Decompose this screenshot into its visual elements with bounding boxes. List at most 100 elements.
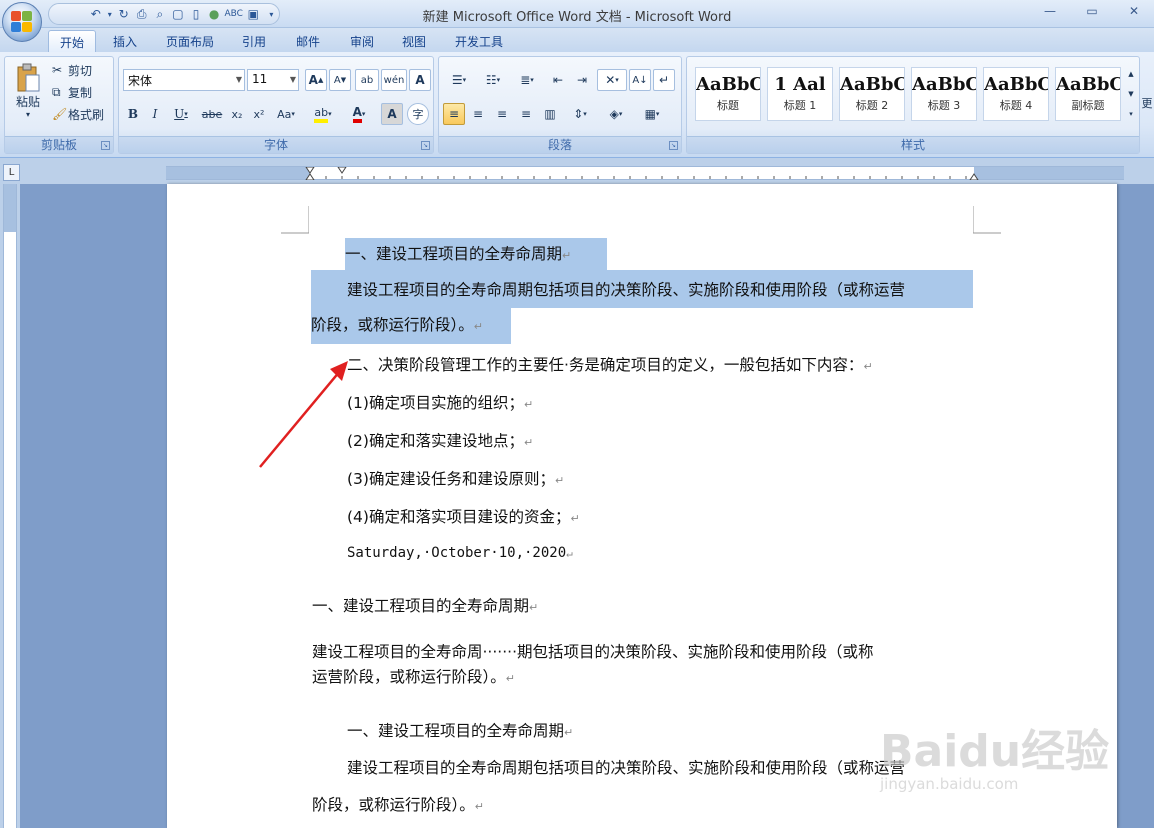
style-heading-2[interactable]: AaBbCc 标题 2 (839, 67, 905, 121)
tab-view[interactable]: 视图 (392, 30, 436, 52)
increase-indent-icon[interactable]: ⇥ (571, 69, 593, 91)
vertical-ruler[interactable] (3, 184, 17, 828)
watermark-brand: Baidu经验 (880, 726, 1110, 777)
paragraph-decision-stage[interactable]: 二、决策阶段管理工作的主要任·务是确定项目的定义，一般包括如下内容：↵ (347, 354, 873, 378)
office-button[interactable] (2, 2, 42, 42)
font-color-button[interactable]: A ▾ (343, 103, 375, 125)
chinese-layout-icon[interactable]: ✕ ▾ (597, 69, 627, 91)
maximize-button[interactable]: ▭ (1072, 0, 1112, 22)
clipboard-launcher-icon[interactable]: ↘ (101, 141, 110, 150)
sort-icon[interactable]: A↓ (629, 69, 651, 91)
style-sample: AaBbCc (840, 74, 904, 95)
list-item[interactable]: (3)确定建设任务和建设原则；↵ (347, 468, 564, 492)
change-case-button[interactable]: Aa ▾ (271, 103, 301, 125)
style-name: 标题 2 (855, 99, 889, 112)
paragraph-launcher-icon[interactable]: ↘ (669, 141, 678, 150)
style-heading-1[interactable]: 1 Aal 标题 1 (767, 67, 833, 121)
font-launcher-icon[interactable]: ↘ (421, 141, 430, 150)
font-color-icon: A (352, 105, 362, 123)
copy-button[interactable]: ⧉ 复制 (51, 81, 109, 103)
subscript-button[interactable]: x₂ (227, 103, 247, 125)
style-title[interactable]: AaBbC 标题 (695, 67, 761, 121)
clear-format-icon[interactable]: ab (355, 69, 379, 91)
style-sample: AaBbC (912, 74, 977, 95)
show-marks-icon[interactable]: ↵ (653, 69, 675, 91)
grow-font-button[interactable]: A ▲ (305, 69, 327, 91)
tab-selector-icon[interactable]: L (3, 164, 20, 181)
paste-dropdown-icon: ▾ (25, 110, 30, 119)
selected-heading-1[interactable]: 一、建设工程项目的全寿命周期↵ (345, 238, 607, 270)
multilevel-list-button[interactable]: ≣ ▾ (511, 69, 543, 91)
list-item[interactable]: (1)确定项目实施的组织；↵ (347, 392, 533, 416)
styles-scroll-up-icon[interactable]: ▲ (1125, 65, 1137, 83)
styles-more-icon[interactable]: ▾ (1125, 105, 1137, 123)
font-size-value: 11 (252, 72, 268, 86)
tab-references[interactable]: 引用 (232, 30, 276, 52)
align-right-icon[interactable]: ≡ (491, 103, 513, 125)
align-left-icon[interactable]: ≡ (443, 103, 465, 125)
bold-button[interactable]: B (123, 103, 143, 125)
change-styles-button[interactable]: 更 (1140, 92, 1154, 114)
styles-group: AaBbC 标题 1 Aal 标题 1 AaBbCc 标题 2 AaBbC 标题… (686, 56, 1140, 154)
enclose-characters-icon[interactable]: 字 (407, 103, 429, 125)
horizontal-ruler[interactable] (166, 166, 1124, 180)
line-spacing-button[interactable]: ⇕ ▾ (565, 103, 595, 125)
font-size-combo[interactable]: 11 ▼ (247, 69, 299, 91)
cut-button[interactable]: ✂ 剪切 (51, 59, 109, 81)
tab-page-layout[interactable]: 页面布局 (158, 30, 222, 52)
justify-icon[interactable]: ≡ (515, 103, 537, 125)
paragraph-group: ☰ ▾ ☷ ▾ ≣ ▾ ⇤ ⇥ ✕ ▾ A↓ ↵ ≡ ≡ ≡ ≡ ▥ ⇕ ▾ ◈ ▾ ▦ ▾ … (438, 56, 682, 154)
decrease-indent-icon[interactable]: ⇤ (547, 69, 569, 91)
body-repeat-1-line-2[interactable]: 运营阶段，或称运行阶段）。↵ (312, 666, 515, 690)
styles-scroll-down-icon[interactable]: ▼ (1125, 85, 1137, 103)
close-button[interactable]: ✕ (1114, 0, 1154, 22)
superscript-button[interactable]: x² (249, 103, 269, 125)
bullets-button[interactable]: ☰ ▾ (443, 69, 475, 91)
ribbon-tabs: 开始 插入 页面布局 引用 邮件 审阅 视图 开发工具 (0, 28, 1154, 52)
body-repeat-2-line-2[interactable]: 阶段，或称运行阶段）。↵ (312, 794, 484, 818)
highlight-button[interactable]: ab ▾ (307, 103, 339, 125)
body-repeat-1-line-1[interactable]: 建设工程项目的全寿命周·······期包括项目的决策阶段、实施阶段和使用阶段（或… (312, 641, 874, 663)
list-item[interactable]: (4)确定和落实项目建设的资金；↵ (347, 506, 580, 530)
tab-mailings[interactable]: 邮件 (286, 30, 330, 52)
style-name: 标题 (717, 99, 739, 112)
date-line[interactable]: Saturday,·October·10,·2020↵ (347, 542, 573, 565)
font-name-value: 宋体 (128, 74, 153, 88)
clipboard-label: 剪贴板 (5, 136, 113, 153)
style-heading-4[interactable]: AaBbCc 标题 4 (983, 67, 1049, 121)
format-painter-button[interactable]: 🖌 格式刷 (51, 103, 113, 125)
phonetic-guide-icon[interactable]: wén (381, 69, 407, 91)
brush-icon: 🖌 (52, 107, 68, 121)
distributed-icon[interactable]: ▥ (539, 103, 561, 125)
window-title: 新建 Microsoft Office Word 文档 - Microsoft … (422, 10, 732, 25)
minimize-button[interactable]: — (1030, 0, 1070, 22)
align-center-icon[interactable]: ≡ (467, 103, 489, 125)
style-heading-3[interactable]: AaBbC 标题 3 (911, 67, 977, 121)
tab-insert[interactable]: 插入 (104, 30, 146, 52)
borders-button[interactable]: ▦ ▾ (635, 103, 669, 125)
tab-home[interactable]: 开始 (48, 30, 96, 52)
shrink-font-button[interactable]: A ▼ (329, 69, 351, 91)
style-sample: AaBbC (696, 74, 761, 95)
heading-repeat-1[interactable]: 一、建设工程项目的全寿命周期↵ (312, 595, 538, 619)
tab-review[interactable]: 审阅 (340, 30, 384, 52)
selected-body-line-1[interactable]: 建设工程项目的全寿命周期包括项目的决策阶段、实施阶段和使用阶段（或称运营 (311, 270, 973, 308)
character-shading-icon[interactable]: A (381, 103, 403, 125)
shading-button[interactable]: ◈ ▾ (599, 103, 633, 125)
heading-repeat-2[interactable]: 一、建设工程项目的全寿命周期↵ (347, 720, 573, 744)
font-name-combo[interactable]: 宋体 ▼ (123, 69, 245, 91)
scissors-icon: ✂ (52, 63, 63, 77)
paste-button[interactable]: 粘贴 ▾ (11, 61, 45, 121)
numbering-button[interactable]: ☷ ▾ (477, 69, 509, 91)
margin-corner-mark (281, 206, 309, 234)
tab-developer[interactable]: 开发工具 (446, 30, 512, 52)
italic-button[interactable]: I (145, 103, 165, 125)
body-repeat-2-line-1[interactable]: 建设工程项目的全寿命周期包括项目的决策阶段、实施阶段和使用阶段（或称运营 (347, 757, 905, 779)
strikethrough-button[interactable]: abe (199, 103, 225, 125)
selected-body-line-2[interactable]: 阶段，或称运行阶段）。↵ (311, 308, 511, 344)
style-subtitle[interactable]: AaBbC 副标题 (1055, 67, 1121, 121)
list-item[interactable]: (2)确定和落实建设地点；↵ (347, 430, 533, 454)
character-border-icon[interactable]: A (409, 69, 431, 91)
ribbon: 粘贴 ▾ ✂ 剪切 ⧉ 复制 🖌 格式刷 剪贴板 ↘ 宋体 ▼ 11 ▼ A ▲ A ▼ ab… (0, 52, 1154, 158)
underline-button[interactable]: U ▾ (167, 103, 195, 125)
